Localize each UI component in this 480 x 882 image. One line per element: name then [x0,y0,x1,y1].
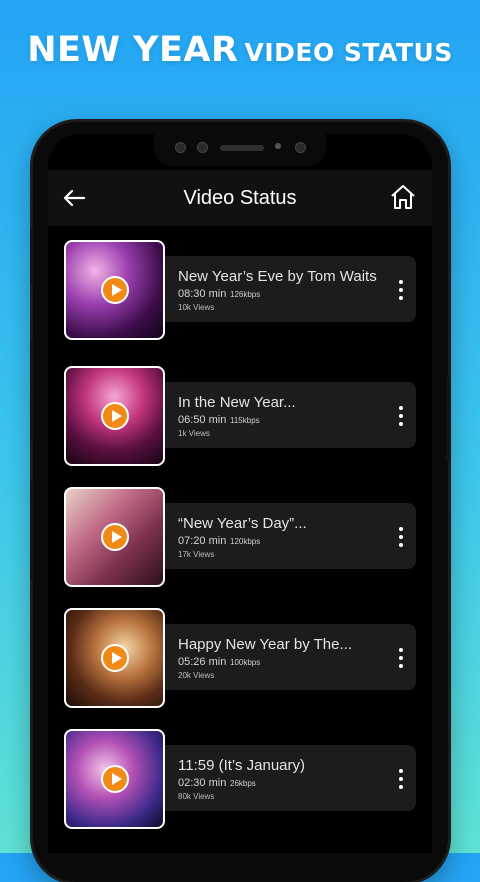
more-vert-icon[interactable] [391,275,411,305]
video-thumbnail[interactable] [64,729,165,829]
phone-side-button [30,480,34,580]
play-icon[interactable] [100,523,129,551]
video-views: 10k Views [178,303,215,312]
video-title: Happy New Year by The... [178,636,352,653]
video-title: 11:59 (It’s January) [178,757,306,774]
phone-side-button [446,376,450,462]
home-icon[interactable] [388,182,418,212]
phone-notch [154,132,326,166]
video-views: 20k Views [178,671,215,680]
video-title: New Year’s Eve by Tom Waits [178,268,377,285]
video-views: 1k Views [178,429,210,438]
video-bitrate: 26kbps [230,779,256,788]
play-icon[interactable] [100,765,129,793]
phone-side-button [30,228,34,284]
more-vert-icon[interactable] [391,522,411,552]
video-views: 80k Views [178,792,215,801]
more-vert-icon[interactable] [391,401,411,431]
video-bitrate: 126kbps [230,290,261,299]
sensor-icon [275,143,281,149]
banner-title-small: VIDEO STATUS [244,38,453,67]
video-duration: 06:50 min [178,414,227,426]
video-thumbnail[interactable] [64,487,165,587]
camera-icon [295,142,306,153]
camera-icon [197,142,208,153]
promo-banner-title: NEW YEAR VIDEO STATUS [0,30,480,70]
play-icon[interactable] [100,644,129,672]
camera-icon [175,142,186,153]
play-icon[interactable] [100,402,129,430]
more-vert-icon[interactable] [391,643,411,673]
banner-title-big: NEW YEAR [27,30,239,70]
video-thumbnail[interactable] [64,366,165,466]
video-duration: 05:26 min [178,656,227,668]
speaker-grille [220,145,264,151]
video-duration: 02:30 min [178,777,227,789]
phone-side-button [30,340,34,440]
video-thumbnail[interactable] [64,240,165,340]
app-bar: Video Status [48,170,432,226]
video-bitrate: 120kbps [230,537,261,546]
video-duration: 08:30 min [178,288,227,300]
video-title: “New Year’s Day”... [178,515,307,532]
video-bitrate: 115kbps [230,416,260,425]
video-thumbnail[interactable] [64,608,165,708]
video-duration: 07:20 min [178,535,227,547]
more-vert-icon[interactable] [391,764,411,794]
play-icon[interactable] [100,276,129,304]
video-title: In the New Year... [178,394,296,411]
video-bitrate: 100kbps [230,658,261,667]
video-views: 17k Views [178,550,215,559]
page-title: Video Status [183,187,297,209]
